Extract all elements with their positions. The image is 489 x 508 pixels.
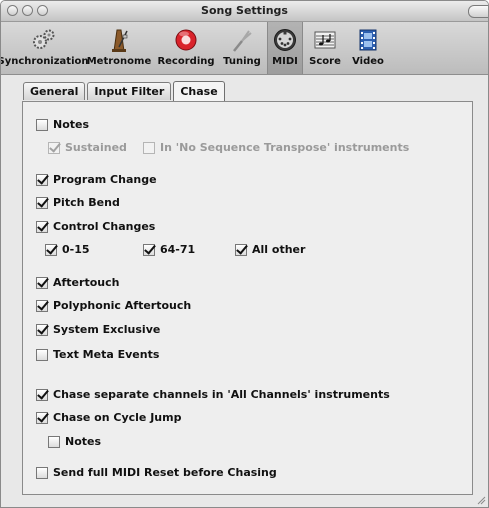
chase-separate-channels-label: Chase separate channels in 'All Channels…: [53, 388, 390, 401]
midi-reset-label: Send full MIDI Reset before Chasing: [53, 466, 277, 479]
no-sequence-transpose-checkbox[interactable]: [143, 141, 155, 154]
video-film-icon: [353, 25, 383, 55]
sustained-checkbox[interactable]: [48, 141, 60, 154]
toolbar-label: Video: [352, 56, 384, 67]
toolbar-tuning[interactable]: Tuning: [219, 22, 265, 74]
control-changes-option[interactable]: Control Changes: [36, 220, 155, 233]
program-change-option[interactable]: Program Change: [36, 173, 157, 186]
tab-chase[interactable]: Chase: [173, 81, 225, 101]
midi-reset-option[interactable]: Send full MIDI Reset before Chasing: [36, 466, 277, 479]
toolbar-label: Score: [309, 56, 341, 67]
cycle-jump-notes-checkbox[interactable]: [48, 435, 60, 448]
notes-option[interactable]: Notes: [36, 118, 89, 131]
aftertouch-checkbox[interactable]: [36, 276, 48, 289]
toolbar-recording[interactable]: Recording: [155, 22, 217, 74]
score-notes-icon: [310, 25, 340, 55]
text-meta-events-label: Text Meta Events: [53, 348, 160, 361]
chase-separate-channels-option[interactable]: Chase separate channels in 'All Channels…: [36, 388, 390, 401]
title-bar[interactable]: Song Settings: [1, 1, 488, 22]
tab-general[interactable]: General: [23, 82, 86, 100]
toolbar-label: MIDI: [272, 56, 298, 67]
toolbar-label: Metronome: [86, 56, 152, 67]
sustained-label: Sustained: [65, 141, 127, 154]
notes-label: Notes: [53, 118, 90, 131]
no-sequence-transpose-option[interactable]: In 'No Sequence Transpose' instruments: [143, 141, 409, 154]
cc-all-other-option[interactable]: All other: [235, 243, 305, 256]
song-settings-window: Song Settings Synchronization Metronome …: [0, 0, 489, 508]
aftertouch-option[interactable]: Aftertouch: [36, 276, 119, 289]
midi-reset-checkbox[interactable]: [36, 466, 48, 479]
pitch-bend-checkbox[interactable]: [36, 196, 48, 209]
text-meta-events-option[interactable]: Text Meta Events: [36, 348, 159, 361]
toolbar-score[interactable]: Score: [305, 22, 345, 74]
control-changes-checkbox[interactable]: [36, 220, 48, 233]
settings-tabs: General Input Filter Chase: [23, 81, 227, 101]
toolbar-label: Recording: [157, 56, 215, 67]
polyphonic-aftertouch-label: Polyphonic Aftertouch: [53, 299, 192, 312]
sustained-option[interactable]: Sustained: [48, 141, 127, 154]
tuning-fork-icon: [227, 25, 257, 55]
toolbar-label: Tuning: [223, 56, 261, 67]
cc-0-15-option[interactable]: 0-15: [45, 243, 90, 256]
settings-toolbar: Synchronization Metronome Recording Tuni…: [1, 22, 488, 75]
polyphonic-aftertouch-checkbox[interactable]: [36, 299, 48, 312]
text-meta-events-checkbox[interactable]: [36, 348, 48, 361]
cc-0-15-label: 0-15: [62, 243, 90, 256]
program-change-label: Program Change: [53, 173, 157, 186]
cc-0-15-checkbox[interactable]: [45, 243, 57, 256]
cycle-jump-notes-label: Notes: [65, 435, 102, 448]
chase-on-cycle-jump-label: Chase on Cycle Jump: [53, 411, 182, 424]
chase-separate-channels-checkbox[interactable]: [36, 388, 48, 401]
pitch-bend-option[interactable]: Pitch Bend: [36, 196, 120, 209]
program-change-checkbox[interactable]: [36, 173, 48, 186]
midi-connector-icon: [270, 25, 300, 55]
cc-64-71-label: 64-71: [160, 243, 196, 256]
toolbar-label: Synchronization: [0, 56, 89, 67]
synchronization-gears-icon: [28, 25, 58, 55]
notes-checkbox[interactable]: [36, 118, 48, 131]
system-exclusive-option[interactable]: System Exclusive: [36, 323, 160, 336]
cc-64-71-checkbox[interactable]: [143, 243, 155, 256]
chase-on-cycle-jump-checkbox[interactable]: [36, 411, 48, 424]
cycle-jump-notes-option[interactable]: Notes: [48, 435, 101, 448]
control-changes-label: Control Changes: [53, 220, 156, 233]
system-exclusive-checkbox[interactable]: [36, 323, 48, 336]
cc-64-71-option[interactable]: 64-71: [143, 243, 195, 256]
toolbar-metronome[interactable]: Metronome: [85, 22, 153, 74]
cc-all-other-label: All other: [252, 243, 306, 256]
cc-all-other-checkbox[interactable]: [235, 243, 247, 256]
no-sequence-transpose-label: In 'No Sequence Transpose' instruments: [160, 141, 410, 154]
chase-on-cycle-jump-option[interactable]: Chase on Cycle Jump: [36, 411, 181, 424]
toolbar-synchronization[interactable]: Synchronization: [1, 22, 89, 74]
aftertouch-label: Aftertouch: [53, 276, 120, 289]
toolbar-video[interactable]: Video: [347, 22, 389, 74]
tab-input-filter[interactable]: Input Filter: [87, 82, 172, 100]
window-title: Song Settings: [201, 4, 288, 17]
toolbar-midi[interactable]: MIDI: [267, 22, 303, 74]
polyphonic-aftertouch-option[interactable]: Polyphonic Aftertouch: [36, 299, 191, 312]
metronome-icon: [104, 25, 134, 55]
record-icon: [171, 25, 201, 55]
resize-grip-icon[interactable]: [476, 495, 486, 505]
toolbar-toggle-button[interactable]: [468, 5, 488, 18]
system-exclusive-label: System Exclusive: [53, 323, 161, 336]
chase-panel: Notes Sustained In 'No Sequence Transpos…: [22, 101, 473, 495]
pitch-bend-label: Pitch Bend: [53, 196, 120, 209]
